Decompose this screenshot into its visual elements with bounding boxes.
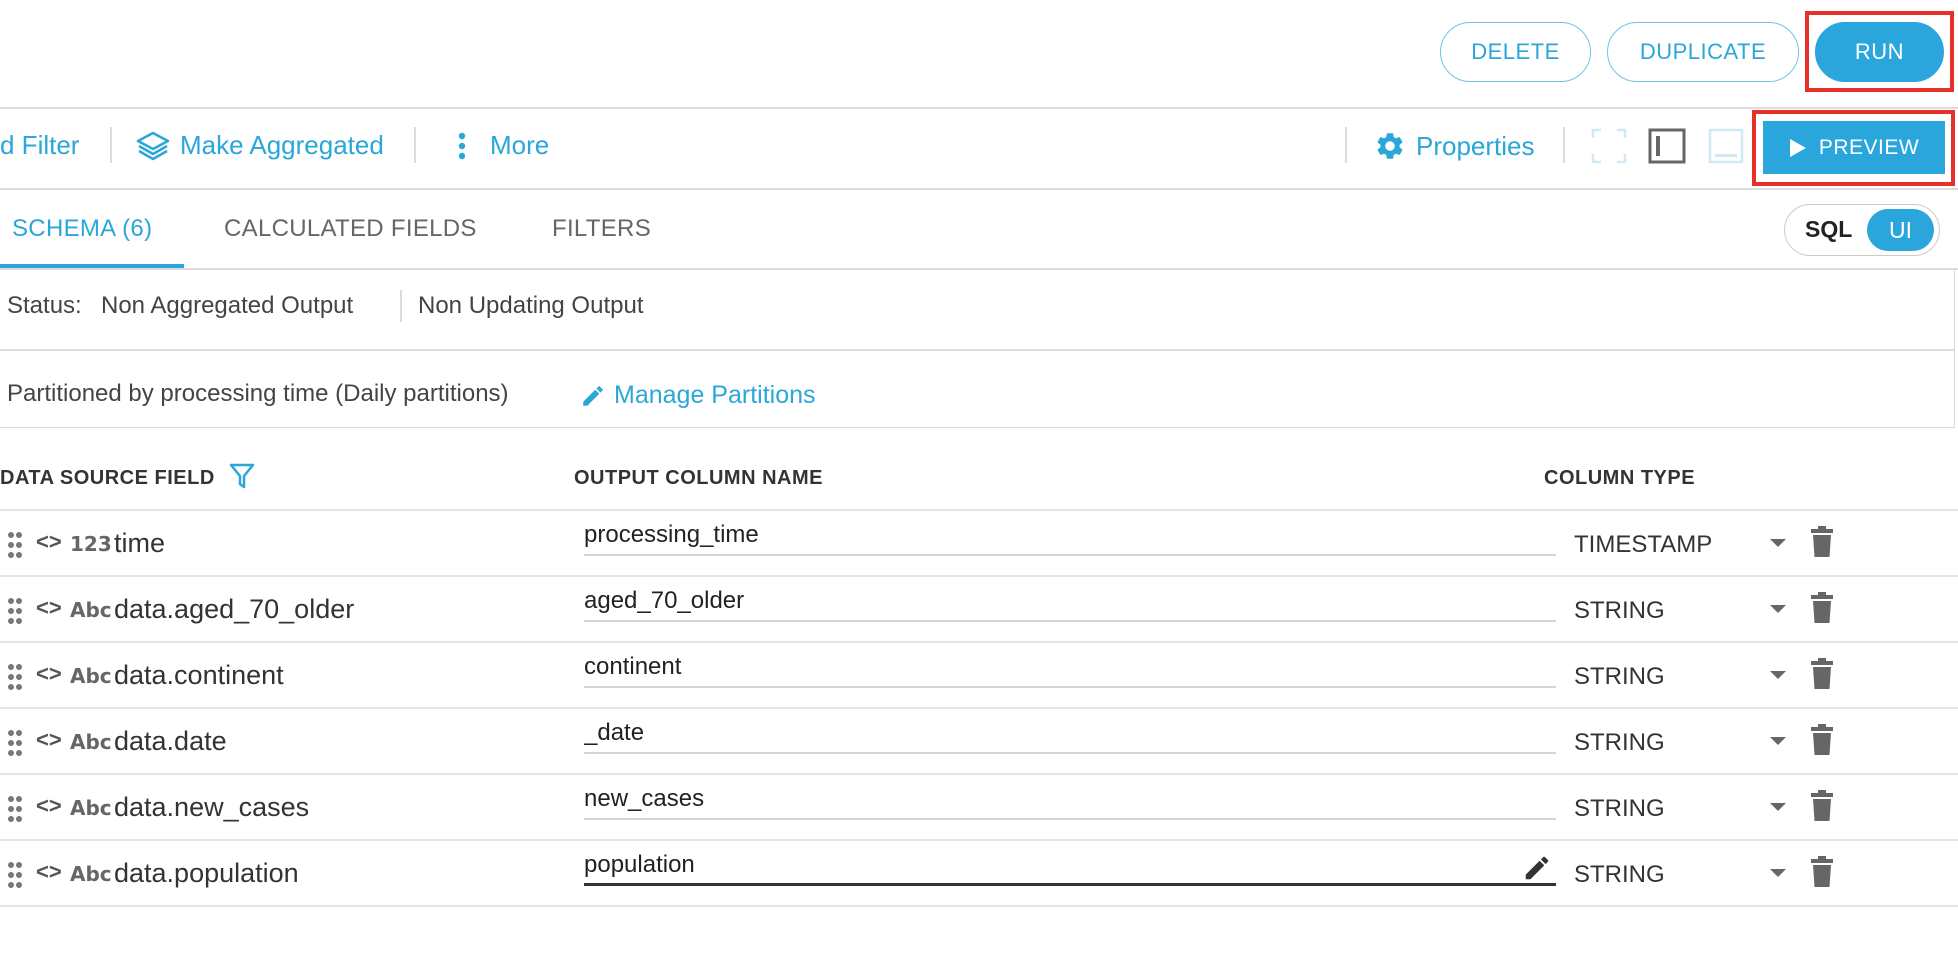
- table-row: <> Abc data.new_cases STRING: [0, 775, 1958, 841]
- toolbar-separator: [110, 127, 112, 163]
- gear-icon: [1377, 133, 1403, 159]
- drag-handle-icon[interactable]: [8, 532, 22, 558]
- trash-icon[interactable]: [1810, 856, 1834, 888]
- field-type-badge: Abc: [70, 862, 112, 886]
- status-updating: Non Updating Output: [418, 292, 644, 319]
- column-type-select[interactable]: STRING: [1574, 795, 1665, 823]
- layers-icon: [136, 131, 170, 160]
- properties-button[interactable]: Properties: [1374, 130, 1535, 162]
- status-divider: [0, 349, 1955, 351]
- panel-left-icon[interactable]: [1648, 128, 1686, 164]
- output-column-input[interactable]: [584, 846, 1556, 886]
- toolbar-divider: [0, 188, 1958, 190]
- delete-button[interactable]: DELETE: [1440, 22, 1591, 82]
- code-icon: <>: [36, 529, 62, 554]
- trash-icon[interactable]: [1810, 658, 1834, 690]
- field-type-badge: Abc: [70, 664, 112, 688]
- table-row: <> 123 time TIMESTAMP: [0, 511, 1958, 577]
- fullscreen-icon[interactable]: [1591, 128, 1627, 164]
- source-field-name: time: [114, 528, 166, 558]
- source-field-name: data.new_cases: [114, 792, 310, 822]
- panel-bottom-icon[interactable]: [1708, 128, 1744, 164]
- source-field-name: data.date: [114, 726, 227, 756]
- source-field-name: data.aged_70_older: [114, 594, 355, 624]
- header-output-column-name: OUTPUT COLUMN NAME: [574, 467, 823, 489]
- tab-calculated-fields[interactable]: CALCULATED FIELDS: [224, 215, 477, 243]
- chevron-down-icon[interactable]: [1770, 869, 1786, 877]
- header-data-source-field: DATA SOURCE FIELD: [0, 467, 215, 489]
- trash-icon[interactable]: [1810, 790, 1834, 822]
- column-type-select[interactable]: TIMESTAMP: [1574, 531, 1712, 559]
- drag-handle-icon[interactable]: [8, 598, 22, 624]
- tab-filters[interactable]: FILTERS: [552, 215, 651, 243]
- toolbar-separator: [1563, 127, 1565, 163]
- trash-icon[interactable]: [1810, 592, 1834, 624]
- output-column-input[interactable]: [584, 780, 1556, 820]
- tab-schema[interactable]: SCHEMA (6): [12, 215, 152, 243]
- column-type-select[interactable]: STRING: [1574, 597, 1665, 625]
- ui-mode-option[interactable]: UI: [1867, 209, 1934, 251]
- mode-toggle[interactable]: SQL UI: [1784, 204, 1940, 256]
- table-row: <> Abc data.aged_70_older STRING: [0, 577, 1958, 643]
- chevron-down-icon[interactable]: [1770, 737, 1786, 745]
- trash-icon[interactable]: [1810, 526, 1834, 558]
- code-icon: <>: [36, 859, 62, 884]
- source-field-name: data.population: [114, 858, 299, 888]
- header-column-type: COLUMN TYPE: [1544, 467, 1696, 489]
- manage-partitions-link[interactable]: Manage Partitions: [580, 381, 816, 410]
- toolbar-separator: [1345, 127, 1347, 163]
- manage-partitions-label: Manage Partitions: [614, 381, 816, 409]
- properties-label: Properties: [1416, 130, 1535, 161]
- drag-handle-icon[interactable]: [8, 730, 22, 756]
- table-row: <> Abc data.date STRING: [0, 709, 1958, 775]
- more-vertical-icon: [458, 132, 466, 159]
- column-type-select[interactable]: STRING: [1574, 729, 1665, 757]
- status-label: Status:: [7, 292, 82, 319]
- code-icon: <>: [36, 727, 62, 752]
- trash-icon[interactable]: [1810, 724, 1834, 756]
- pencil-icon[interactable]: [1522, 853, 1552, 883]
- toolbar-separator: [414, 127, 416, 163]
- column-type-select[interactable]: STRING: [1574, 663, 1665, 691]
- output-column-input[interactable]: [584, 648, 1556, 688]
- code-icon: <>: [36, 661, 62, 686]
- add-filter-button[interactable]: d Filter: [0, 130, 79, 161]
- field-type-badge: Abc: [70, 598, 112, 622]
- filter-icon[interactable]: [228, 462, 256, 490]
- drag-handle-icon[interactable]: [8, 796, 22, 822]
- chevron-down-icon[interactable]: [1770, 671, 1786, 679]
- more-label: More: [490, 130, 550, 160]
- partition-text: Partitioned by processing time (Daily pa…: [7, 380, 509, 407]
- chevron-down-icon[interactable]: [1770, 605, 1786, 613]
- chevron-down-icon[interactable]: [1770, 803, 1786, 811]
- field-type-badge: Abc: [70, 796, 112, 820]
- column-type-select[interactable]: STRING: [1574, 861, 1665, 889]
- table-row: <> Abc data.population STRING: [0, 841, 1958, 907]
- status-aggregated: Non Aggregated Output: [101, 292, 354, 319]
- run-highlight-box: [1805, 11, 1954, 92]
- header-divider: [0, 107, 1958, 109]
- table-row: <> Abc data.continent STRING: [0, 643, 1958, 709]
- add-filter-label: d Filter: [0, 130, 80, 160]
- make-aggregated-label: Make Aggregated: [180, 130, 384, 160]
- output-column-input[interactable]: [584, 582, 1556, 622]
- duplicate-button[interactable]: DUPLICATE: [1607, 22, 1799, 82]
- output-column-input[interactable]: [584, 516, 1556, 556]
- source-field-name: data.continent: [114, 660, 284, 690]
- row-divider: [0, 905, 1958, 907]
- status-separator: [400, 290, 402, 322]
- code-icon: <>: [36, 793, 62, 818]
- pencil-icon: [583, 385, 603, 406]
- preview-highlight-box: [1752, 110, 1955, 186]
- make-aggregated-button[interactable]: Make Aggregated: [136, 130, 384, 161]
- output-column-input[interactable]: [584, 714, 1556, 754]
- more-menu-button[interactable]: More: [456, 130, 549, 161]
- field-type-badge: Abc: [70, 730, 112, 754]
- code-icon: <>: [36, 595, 62, 620]
- field-type-badge: 123: [70, 532, 112, 556]
- chevron-down-icon[interactable]: [1770, 539, 1786, 547]
- drag-handle-icon[interactable]: [8, 862, 22, 888]
- drag-handle-icon[interactable]: [8, 664, 22, 690]
- sql-mode-option[interactable]: SQL: [1805, 216, 1852, 243]
